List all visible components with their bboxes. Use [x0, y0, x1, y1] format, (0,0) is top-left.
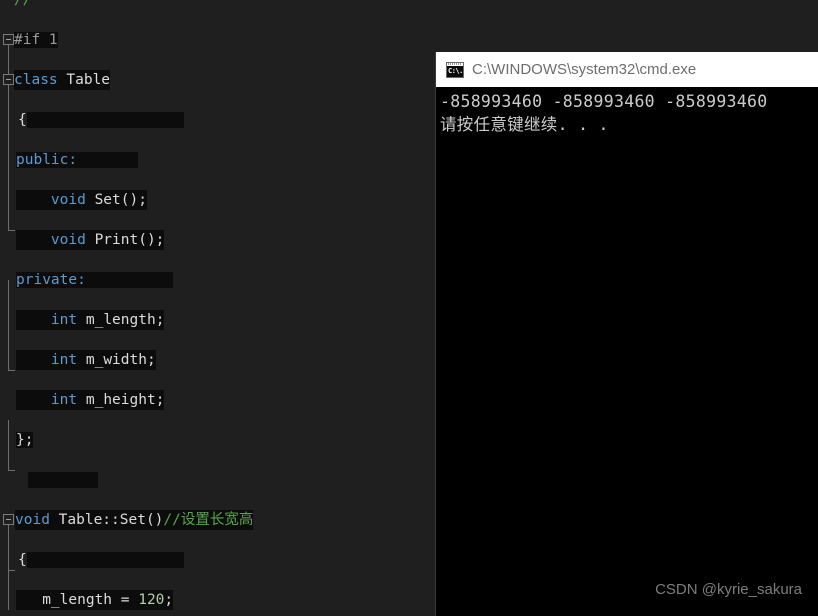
code-token-keyword: class	[14, 72, 58, 88]
console-output-line: 请按任意键继续. . .	[440, 115, 609, 134]
code-token-comment: //	[14, 0, 32, 8]
code-token-member: m_width;	[77, 352, 156, 368]
code-token-comment: //设置长宽高	[163, 512, 254, 528]
cmd-icon-prompt-glyph: C:\.	[448, 66, 463, 75]
code-token-member: Set();	[85, 192, 147, 208]
cmd-icon: C:\.	[446, 61, 464, 78]
fold-toggle-icon[interactable]	[3, 514, 14, 525]
code-token-member: m_height;	[77, 392, 165, 408]
code-token-number: 120	[138, 592, 165, 608]
code-token-brace: {	[18, 112, 27, 128]
code-line[interactable]: //	[0, 0, 818, 10]
code-token-keyword: void	[15, 512, 50, 528]
code-token-keyword: public:	[16, 152, 78, 168]
code-token-keyword: int	[50, 352, 78, 368]
code-token-keyword: void	[50, 192, 86, 208]
code-token-keyword: void	[50, 232, 86, 248]
fold-toggle-icon[interactable]	[3, 74, 14, 85]
console-title-text: C:\WINDOWS\system32\cmd.exe	[472, 61, 697, 78]
code-token-brace: };	[16, 432, 34, 448]
code-token-member: Print();	[85, 232, 165, 248]
code-token-keyword: int	[50, 392, 78, 408]
console-output-area[interactable]: -858993460 -858993460 -858993460 请按任意键继续…	[436, 87, 818, 616]
cmd-console-window[interactable]: C:\. C:\WINDOWS\system32\cmd.exe -858993…	[436, 52, 818, 616]
screenshot-root: // #if 1 class Table { public: void Set(…	[0, 0, 818, 616]
fold-toggle-icon[interactable]	[3, 34, 14, 45]
code-token-keyword: private:	[16, 272, 86, 288]
code-token-brace: {	[18, 552, 27, 568]
code-line[interactable]: #if 1	[0, 30, 818, 50]
code-token-type: Table	[66, 72, 111, 88]
console-title-bar[interactable]: C:\. C:\WINDOWS\system32\cmd.exe	[436, 52, 818, 87]
code-token-keyword: int	[50, 312, 78, 328]
console-output-line: -858993460 -858993460 -858993460	[440, 92, 768, 111]
code-token-preprocessor: #if 1	[14, 32, 58, 48]
code-token-member: m_length;	[77, 312, 165, 328]
